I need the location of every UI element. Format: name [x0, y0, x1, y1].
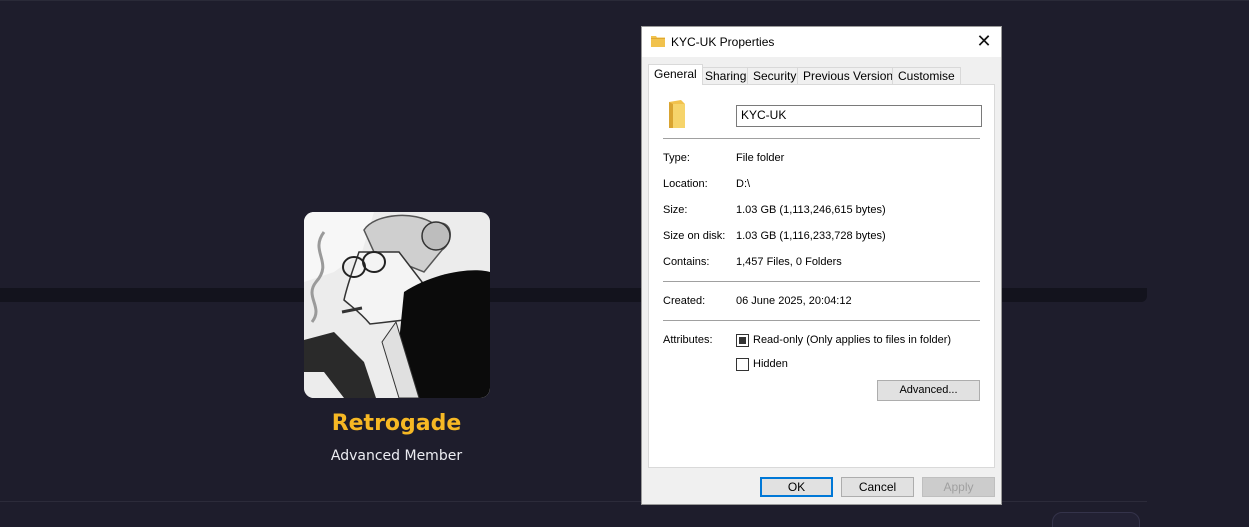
avatar-illustration [304, 212, 490, 398]
size-on-disk-label: Size on disk: [663, 230, 726, 242]
properties-dialog: KYC-UK Properties ✕ General Sharing Secu… [641, 26, 1002, 505]
location-label: Location: [663, 178, 708, 190]
general-tab-panel: KYC-UK Type: File folder Location: D:\ S… [648, 84, 995, 468]
readonly-checkbox[interactable] [736, 334, 749, 347]
contains-value: 1,457 Files, 0 Folders [736, 256, 842, 268]
contains-label: Contains: [663, 256, 710, 268]
forum-page: Retrogade Advanced Member KYC-UK Propert… [0, 0, 1249, 527]
tab-customise[interactable]: Customise [892, 67, 961, 84]
location-value: D:\ [736, 178, 751, 190]
close-button[interactable]: ✕ [967, 27, 1001, 57]
cancel-button[interactable]: Cancel [841, 477, 914, 497]
created-label: Created: [663, 295, 706, 307]
attributes-label: Attributes: [663, 334, 713, 346]
size-label: Size: [663, 204, 688, 216]
username[interactable]: Retrogade [274, 411, 519, 436]
hidden-checkbox[interactable] [736, 358, 749, 371]
size-value: 1.03 GB (1,113,246,615 bytes) [736, 204, 886, 216]
top-divider [0, 0, 1249, 1]
folder-icon [651, 36, 665, 47]
avatar[interactable] [304, 212, 490, 398]
size-on-disk-value: 1.03 GB (1,116,233,728 bytes) [736, 230, 886, 242]
separator [663, 320, 980, 321]
bottom-button[interactable] [1052, 512, 1140, 527]
tab-general[interactable]: General [648, 64, 703, 85]
advanced-button[interactable]: Advanced... [877, 380, 980, 401]
type-value: File folder [736, 152, 785, 164]
type-label: Type: [663, 152, 690, 164]
folder-name-input[interactable]: KYC-UK [736, 105, 982, 127]
ok-button[interactable]: OK [760, 477, 833, 497]
tab-security[interactable]: Security [747, 67, 803, 84]
apply-button[interactable]: Apply [922, 477, 995, 497]
dialog-titlebar[interactable]: KYC-UK Properties ✕ [642, 27, 1001, 57]
folder-icon [669, 100, 685, 128]
hidden-label[interactable]: Hidden [753, 358, 788, 370]
tab-previous-versions[interactable]: Previous Versions [797, 67, 906, 84]
separator [663, 281, 980, 282]
dialog-title: KYC-UK Properties [671, 35, 775, 49]
user-role: Advanced Member [330, 448, 463, 464]
tab-strip: General Sharing Security Previous Versio… [648, 64, 993, 85]
readonly-label[interactable]: Read-only (Only applies to files in fold… [753, 334, 951, 346]
created-value: 06 June 2025, 20:04:12 [736, 295, 852, 307]
tab-sharing[interactable]: Sharing [699, 67, 753, 84]
separator [663, 138, 980, 139]
close-icon: ✕ [976, 31, 992, 51]
